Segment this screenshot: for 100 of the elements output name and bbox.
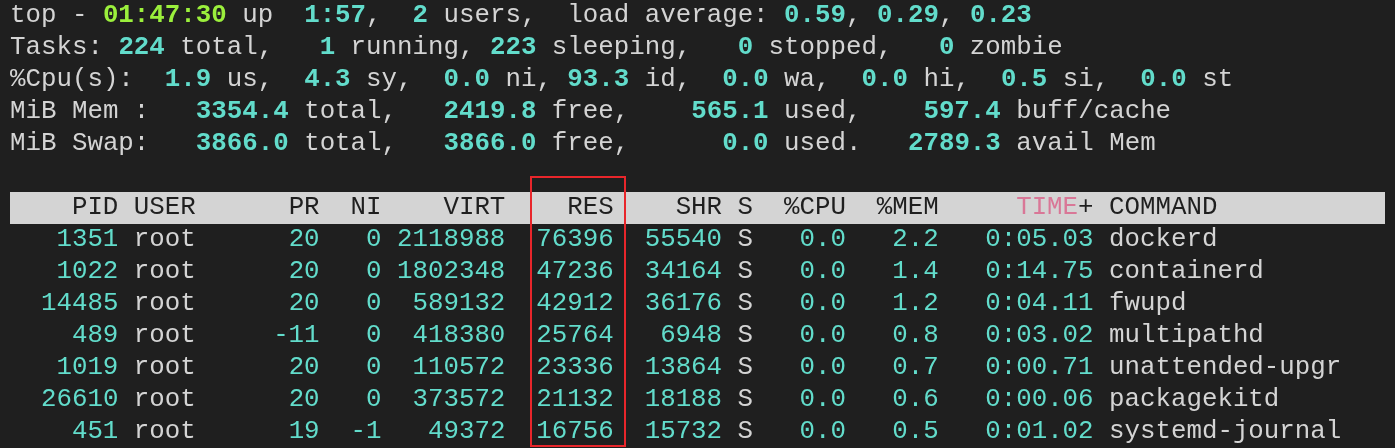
table-cell: 0.0	[799, 256, 846, 288]
stat-label: us,	[225, 65, 275, 94]
stat-label: Tasks:	[10, 33, 104, 62]
table-cell: S	[737, 352, 754, 384]
stat-value: 2419.8	[443, 97, 537, 126]
table-cell: 20	[288, 256, 320, 288]
table-cell: 0:04.11	[985, 288, 1094, 320]
table-cell: S	[737, 416, 754, 448]
stat-value: 0	[737, 33, 754, 62]
column-header: SHR	[675, 192, 723, 224]
table-cell: 0	[366, 256, 382, 288]
table-cell: 55540	[644, 224, 723, 256]
table-cell: 19	[288, 416, 320, 448]
table-cell: 0.8	[892, 320, 939, 352]
table-cell: root	[133, 320, 196, 352]
clock-time: 01:47:30	[102, 1, 227, 30]
table-cell: 1019	[56, 352, 119, 384]
stat-label: ,	[938, 1, 956, 30]
column-header: COMMAND	[1108, 192, 1218, 224]
table-cell: S	[737, 384, 754, 416]
table-cell: 373572	[412, 384, 506, 416]
table-cell: 110572	[412, 352, 506, 384]
stat-value: 565.1	[691, 97, 769, 126]
table-cell: 18188	[644, 384, 723, 416]
table-cell: 25764	[536, 320, 614, 352]
table-cell: S	[737, 320, 754, 352]
stat-value: 1	[319, 33, 336, 62]
table-cell: 14485	[40, 288, 119, 320]
column-header: NI	[350, 192, 382, 224]
stat-value: 0	[938, 33, 955, 62]
table-cell: 0.0	[799, 384, 846, 416]
table-cell: 0:03.02	[985, 320, 1094, 352]
table-cell: 1351	[56, 224, 119, 256]
table-cell: root	[133, 352, 196, 384]
stat-value: 3354.4	[195, 97, 289, 126]
column-header: %MEM	[876, 192, 939, 224]
table-cell: 0:00.06	[985, 384, 1094, 416]
table-cell: root	[133, 384, 196, 416]
table-cell: 0:05.03	[985, 224, 1094, 256]
stat-value: 223	[489, 33, 537, 62]
column-header: USER	[132, 192, 196, 224]
table-cell: 20	[288, 384, 320, 416]
stat-label: stopped,	[767, 33, 894, 62]
stat-value: 0.23	[969, 1, 1032, 30]
table-cell: 0.7	[892, 352, 939, 384]
table-cell: 16756	[536, 416, 614, 448]
table-cell: 21132	[536, 384, 614, 416]
column-header: TIME+	[1016, 192, 1094, 224]
table-cell: unattended-upgr	[1109, 352, 1342, 384]
column-header: PID	[71, 192, 119, 224]
table-cell: 1802348	[397, 256, 506, 288]
stat-value: 0.5	[1000, 65, 1048, 94]
table-cell: 0	[366, 224, 382, 256]
table-cell: 0.0	[799, 416, 846, 448]
table-cell: systemd-journal	[1109, 416, 1342, 448]
table-cell: 47236	[536, 256, 614, 288]
table-cell: 589132	[412, 288, 506, 320]
table-cell: 1.4	[892, 256, 939, 288]
table-cell: 13864	[644, 352, 723, 384]
table-cell: root	[133, 224, 196, 256]
stat-value: 597.4	[923, 97, 1001, 126]
stat-label: total,	[303, 97, 399, 126]
stat-label: ,	[846, 1, 863, 30]
stat-value: 224	[118, 33, 165, 62]
stat-label: MiB Mem :	[10, 97, 151, 126]
stat-label: zombie	[968, 33, 1063, 62]
table-cell: 0.0	[799, 224, 846, 256]
column-header: PR	[288, 192, 320, 224]
table-cell: 0	[366, 352, 382, 384]
stat-label: buff/cache	[1015, 97, 1172, 126]
stat-label: used,	[783, 97, 863, 126]
table-cell: 2.2	[892, 224, 939, 256]
stat-value: 0.0	[443, 65, 490, 94]
table-cell: 20	[288, 224, 320, 256]
stat-label: id,	[643, 65, 693, 94]
table-cell: 26610	[40, 384, 119, 416]
table-cell: S	[737, 288, 754, 320]
stat-label: free,	[550, 129, 631, 158]
table-cell: 1022	[56, 256, 119, 288]
stat-value: 1.9	[164, 65, 212, 94]
table-cell: 0.0	[799, 288, 846, 320]
table-cell: 0.0	[799, 352, 846, 384]
stat-value: 93.3	[567, 65, 630, 94]
stat-label: used.	[783, 129, 863, 158]
stat-label: running,	[349, 33, 476, 62]
table-cell: 2118988	[397, 224, 506, 256]
stat-value: 0.0	[1140, 65, 1187, 94]
table-cell: 76396	[536, 224, 614, 256]
table-cell: containerd	[1109, 256, 1264, 288]
stat-label: st	[1201, 65, 1234, 94]
table-cell: 34164	[644, 256, 723, 288]
stat-value: 2789.3	[907, 129, 1001, 158]
table-cell: 451	[71, 416, 119, 448]
stat-label: hi,	[922, 65, 971, 94]
table-cell: root	[133, 416, 196, 448]
table-cell: 15732	[644, 416, 723, 448]
table-cell: 1.2	[892, 288, 939, 320]
stat-value: 0.59	[784, 1, 847, 30]
stat-value: 0.0	[722, 129, 769, 158]
stat-value: 3866.0	[195, 129, 289, 158]
